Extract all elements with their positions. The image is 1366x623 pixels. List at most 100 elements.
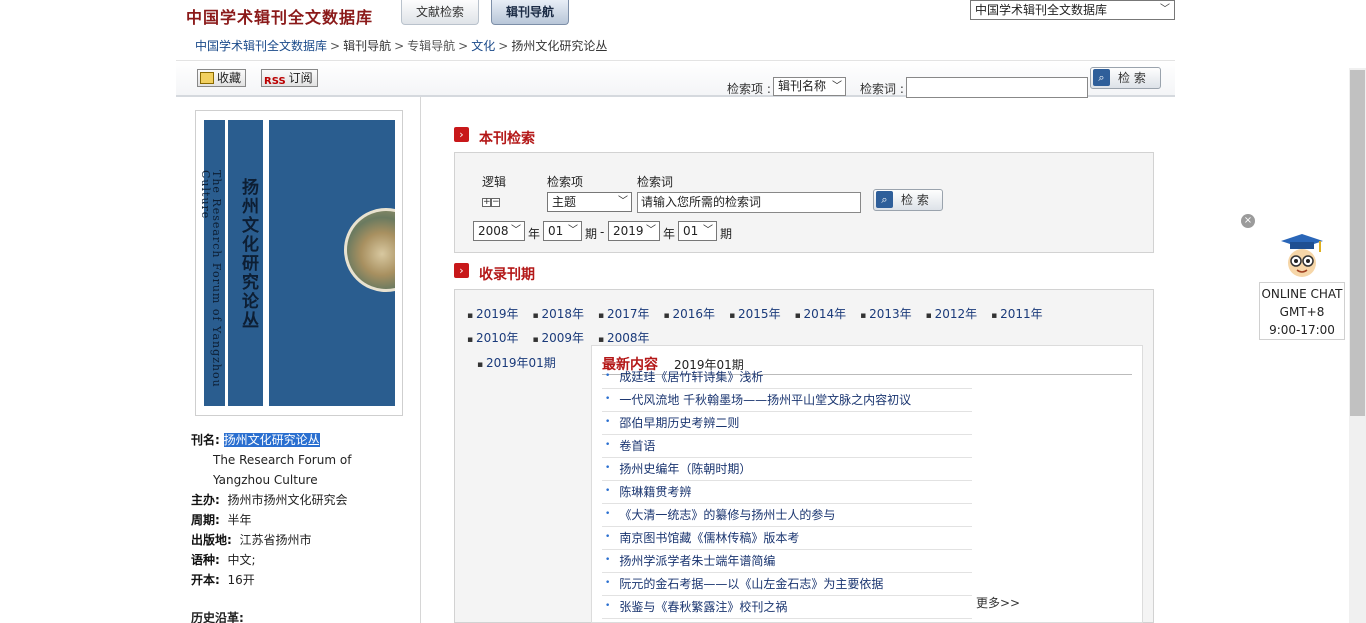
article-link[interactable]: 扬州学派学者朱士端年谱简编 xyxy=(602,550,972,573)
article-link[interactable]: 扬州史编年（陈朝时期） xyxy=(602,458,972,481)
remove-row-icon[interactable]: − xyxy=(491,198,500,207)
top-search-label: 检 索 xyxy=(1118,71,1146,85)
arrow-right-icon: › xyxy=(454,263,469,278)
chat-line-3: 9:00-17:00 xyxy=(1269,323,1335,337)
meta-format-row: 开本: 16开 xyxy=(191,570,411,590)
chevron-down-icon: ﹀ xyxy=(511,225,521,236)
from-issue-value: 01 xyxy=(548,224,564,238)
journal-sidebar: The Research Forum of Yangzhou Culture 扬… xyxy=(176,97,421,623)
breadcrumb-separator: > xyxy=(498,39,509,53)
word-label: 检索词 xyxy=(637,175,674,189)
search-field-value: 辑刊名称 xyxy=(778,79,827,93)
field-select[interactable]: 主题 ﹀ xyxy=(547,192,632,212)
search-icon: ⌕ xyxy=(1093,69,1110,86)
journal-search-button[interactable]: ⌕ 检 索 xyxy=(873,189,943,211)
more-link[interactable]: 更多>> xyxy=(976,594,1020,611)
breadcrumb-culture[interactable]: 文化 xyxy=(471,39,495,53)
issue-link[interactable]: 2019年01期 xyxy=(477,354,556,371)
journal-cover[interactable]: The Research Forum of Yangzhou Culture 扬… xyxy=(195,110,403,416)
to-year-value: 2019 xyxy=(613,224,644,238)
from-year-select[interactable]: 2008 ﹀ xyxy=(473,221,525,241)
year-link[interactable]: 2011年 xyxy=(991,303,1043,327)
site-logo[interactable]: 中国学术辑刊全文数据库 xyxy=(186,4,373,28)
year-link[interactable]: 2015年 xyxy=(729,303,781,327)
article-link[interactable]: 陈琳籍贯考辨 xyxy=(602,481,972,504)
online-chat-widget[interactable]: ONLINE CHAT GMT+8 9:00-17:00 xyxy=(1259,282,1345,340)
breadcrumb-topic-nav: 专辑导航 xyxy=(407,39,456,53)
meta-format-value: 16开 xyxy=(227,573,255,587)
tab-literature-search[interactable]: 文献检索 xyxy=(401,0,480,25)
article-link[interactable]: 阮元的金石考据——以《山左金石志》为主要依据 xyxy=(602,573,972,596)
year-link[interactable]: 2012年 xyxy=(926,303,978,327)
search-field-select[interactable]: 辑刊名称 ﹀ xyxy=(773,77,846,96)
scrollbar-thumb[interactable] xyxy=(1350,70,1365,416)
year-link[interactable]: 2014年 xyxy=(795,303,847,327)
favorite-button[interactable]: 收藏 xyxy=(197,69,247,87)
cover-image: The Research Forum of Yangzhou Culture 扬… xyxy=(199,120,395,406)
chat-avatar-icon[interactable] xyxy=(1279,232,1325,282)
to-year-select[interactable]: 2019 ﹀ xyxy=(608,221,660,241)
from-year-value: 2008 xyxy=(478,224,509,238)
article-link[interactable]: 成廷珪《居竹轩诗集》浅析 xyxy=(602,366,972,389)
year-link[interactable]: 2010年 xyxy=(467,327,519,351)
year-link[interactable]: 2018年 xyxy=(533,303,584,327)
meta-sponsor-row: 主办: 扬州市扬州文化研究会 xyxy=(191,490,411,510)
year-link[interactable]: 2013年 xyxy=(860,303,912,327)
top-search-button[interactable]: ⌕ 检 索 xyxy=(1090,67,1161,89)
year-list: 2019年 2018年 2017年 2016年 2015年 2014年 2013年 2012年… xyxy=(467,303,1107,351)
chevron-down-icon: ﹀ xyxy=(703,225,713,236)
database-select-value: 中国学术辑刊全文数据库 xyxy=(975,3,1108,17)
issue-unit: 期 xyxy=(720,227,733,241)
issue-unit: 期 xyxy=(585,227,598,241)
article-link[interactable]: 邵伯早期历史考辨二则 xyxy=(602,412,972,435)
meta-name-label: 刊名: xyxy=(191,433,220,447)
meta-format-label: 开本: xyxy=(191,573,220,587)
breadcrumb-journal-nav: 辑刊导航 xyxy=(343,39,392,53)
search-word-input[interactable] xyxy=(906,77,1088,98)
article-link[interactable]: 张鉴与《春秋繁露注》校刊之祸 xyxy=(602,596,972,619)
toolbar: 收藏 RSS 订阅 检索项 : 辑刊名称 ﹀ 检索词 : ⌕ 检 索 xyxy=(176,60,1175,98)
tab-journal-navigation[interactable]: 辑刊导航 xyxy=(491,0,570,25)
meta-name-row: 刊名: 扬州文化研究论丛 xyxy=(191,430,411,450)
year-link[interactable]: 2019年 xyxy=(467,303,519,327)
year-unit: 年 xyxy=(663,227,676,241)
breadcrumb-current: 扬州文化研究论丛 xyxy=(511,39,608,53)
bookmark-icon xyxy=(200,72,214,84)
meta-place-label: 出版地: xyxy=(191,533,232,547)
breadcrumb-separator: > xyxy=(330,39,341,53)
year-link[interactable]: 2017年 xyxy=(598,303,650,327)
page: 中国学术辑刊全文数据库 文献检索 辑刊导航 中国学术辑刊全文数据库 ﹀ 中国学术… xyxy=(0,0,1366,623)
cover-panel xyxy=(269,120,395,406)
article-link[interactable]: 《大清一统志》的纂修与扬州士人的参与 xyxy=(602,504,972,527)
subscribe-button[interactable]: RSS 订阅 xyxy=(261,69,318,87)
year-link[interactable]: 2016年 xyxy=(664,303,716,327)
journal-search-panel: 逻辑 检索项 检索词 +− 主题 ﹀ 请输入您所需的检索词 ⌕ 检 索 2008 ﹀… xyxy=(454,152,1154,253)
add-row-icon[interactable]: + xyxy=(482,198,491,207)
meta-lang-row: 语种: 中文; xyxy=(191,550,411,570)
breadcrumb-home[interactable]: 中国学术辑刊全文数据库 xyxy=(195,39,327,53)
keyword-input[interactable]: 请输入您所需的检索词 xyxy=(637,192,861,213)
article-link[interactable]: 卷首语 xyxy=(602,435,972,458)
search-word-label: 检索词 : xyxy=(860,82,904,96)
chevron-down-icon: ﹀ xyxy=(1160,4,1170,15)
chevron-down-icon: ﹀ xyxy=(646,225,656,236)
year-link[interactable]: 2009年 xyxy=(533,327,584,351)
meta-place-value: 江苏省扬州市 xyxy=(239,533,312,547)
chevron-down-icon: ﹀ xyxy=(618,196,628,207)
to-issue-select[interactable]: 01 ﹀ xyxy=(678,221,717,241)
favorite-label: 收藏 xyxy=(217,71,242,85)
meta-history-label: 历史沿革: xyxy=(191,611,244,623)
database-select[interactable]: 中国学术辑刊全文数据库 ﹀ xyxy=(970,0,1175,20)
close-icon[interactable]: × xyxy=(1241,214,1255,228)
from-issue-select[interactable]: 01 ﹀ xyxy=(543,221,582,241)
article-link[interactable]: 一代风流地 千秋翰墨场——扬州平山堂文脉之内容初议 xyxy=(602,389,972,412)
journal-meta: 刊名: 扬州文化研究论丛 The Research Forum of Yangz… xyxy=(191,430,411,590)
meta-sponsor-value: 扬州市扬州文化研究会 xyxy=(227,493,348,507)
search-icon: ⌕ xyxy=(876,191,893,208)
breadcrumb-separator: > xyxy=(458,39,469,53)
subscribe-label: 订阅 xyxy=(288,71,313,85)
meta-sponsor-label: 主办: xyxy=(191,493,220,507)
latest-content-panel: 最新内容 2019年01期 成廷珪《居竹轩诗集》浅析 一代风流地 千秋翰墨场——… xyxy=(591,345,1143,623)
meta-period-row: 周期: 半年 xyxy=(191,510,411,530)
article-link[interactable]: 南京图书馆藏《儒林传稿》版本考 xyxy=(602,527,972,550)
